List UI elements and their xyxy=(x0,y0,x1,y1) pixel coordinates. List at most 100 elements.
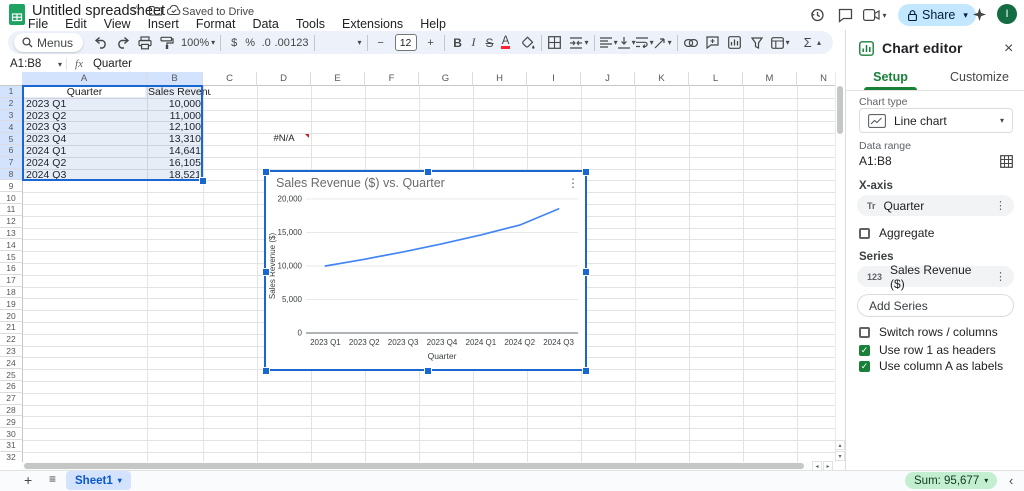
fill-handle[interactable] xyxy=(199,177,207,185)
row-header-28[interactable]: 28 xyxy=(0,405,23,417)
option-switch-rows-columns[interactable]: Switch rows / columns xyxy=(859,325,998,339)
chart-resize-handle[interactable] xyxy=(262,367,270,375)
menus-search-button[interactable]: Menus xyxy=(14,33,83,52)
sum-badge[interactable]: Sum: 95,677 ▾ xyxy=(905,472,997,489)
meet-video-icon[interactable]: ▾ xyxy=(862,6,888,24)
menu-help[interactable]: Help xyxy=(420,17,446,30)
sheets-logo-icon[interactable] xyxy=(9,4,25,25)
more-formats-button[interactable]: 123 xyxy=(290,33,308,53)
x-axis-field[interactable]: Tr Quarter ⋮ xyxy=(857,195,1014,216)
row-header-4[interactable]: 4 xyxy=(0,121,23,133)
font-select[interactable]: ▾ xyxy=(320,33,362,53)
aggregate-row[interactable]: Aggregate xyxy=(859,226,934,240)
row-header-15[interactable]: 15 xyxy=(0,251,23,263)
tab-setup[interactable]: Setup xyxy=(846,64,935,90)
row-header-3[interactable]: 3 xyxy=(0,110,23,122)
chart-resize-handle[interactable] xyxy=(262,168,270,176)
row-header-25[interactable]: 25 xyxy=(0,369,23,381)
select-range-icon[interactable] xyxy=(1000,155,1013,168)
chart-resize-handle[interactable] xyxy=(424,168,432,176)
cloud-saved-icon[interactable] xyxy=(167,5,181,16)
row-header-7[interactable]: 7 xyxy=(0,157,23,169)
row-header-14[interactable]: 14 xyxy=(0,239,23,251)
row-header-30[interactable]: 30 xyxy=(0,428,23,440)
row-header-6[interactable]: 6 xyxy=(0,145,23,157)
decrease-decimals-button[interactable]: .0 xyxy=(258,33,274,53)
strikethrough-button[interactable]: S xyxy=(482,33,498,53)
chart-resize-handle[interactable] xyxy=(582,168,590,176)
print-icon[interactable] xyxy=(137,33,153,53)
checkbox[interactable] xyxy=(859,327,870,338)
column-header-A[interactable]: A xyxy=(22,72,147,86)
row-header-20[interactable]: 20 xyxy=(0,310,23,322)
star-icon[interactable]: ☆ xyxy=(131,3,142,17)
series-menu-icon[interactable]: ⋮ xyxy=(995,270,1006,283)
row-header-1[interactable]: 1 xyxy=(0,86,23,98)
comments-icon[interactable] xyxy=(836,6,854,24)
bold-button[interactable]: B xyxy=(450,33,466,53)
menu-extensions[interactable]: Extensions xyxy=(342,17,403,30)
horizontal-align-button[interactable]: ▾ xyxy=(600,33,618,53)
menu-edit[interactable]: Edit xyxy=(65,17,87,30)
merge-cells-button[interactable]: ▾ xyxy=(569,33,589,53)
filter-icon[interactable] xyxy=(749,33,765,53)
aggregate-checkbox[interactable] xyxy=(859,228,870,239)
row-header-22[interactable]: 22 xyxy=(0,334,23,346)
menu-file[interactable]: File xyxy=(28,17,48,30)
share-caret-icon[interactable]: ▾ xyxy=(963,10,968,21)
column-header-M[interactable]: M xyxy=(743,72,797,86)
chart-resize-handle[interactable] xyxy=(582,367,590,375)
row-header-32[interactable]: 32 xyxy=(0,452,23,463)
row-header-8[interactable]: 8 xyxy=(0,169,23,181)
name-box[interactable]: A1:B8 xyxy=(0,58,56,70)
column-header-K[interactable]: K xyxy=(635,72,689,86)
column-header-J[interactable]: J xyxy=(581,72,635,86)
font-size-input[interactable]: 12 xyxy=(395,34,417,51)
row-header-24[interactable]: 24 xyxy=(0,357,23,369)
text-wrap-button[interactable]: ▾ xyxy=(636,33,654,53)
column-header-H[interactable]: H xyxy=(473,72,527,86)
option-use-row-1-as-headers[interactable]: ✓Use row 1 as headers xyxy=(859,343,996,357)
column-header-F[interactable]: F xyxy=(365,72,419,86)
row-header-27[interactable]: 27 xyxy=(0,393,23,405)
row-header-5[interactable]: 5 xyxy=(0,133,23,145)
data-range-field[interactable]: A1:B8 xyxy=(859,152,1013,170)
paint-format-icon[interactable] xyxy=(159,33,175,53)
sum-caret-icon[interactable]: ▾ xyxy=(984,476,988,485)
column-header-G[interactable]: G xyxy=(419,72,473,86)
menu-tools[interactable]: Tools xyxy=(296,17,325,30)
option-use-column-a-as-labels[interactable]: ✓Use column A as labels xyxy=(859,359,1003,373)
zoom-select[interactable]: 100% ▾ xyxy=(181,33,215,53)
row-header-12[interactable]: 12 xyxy=(0,216,23,228)
menu-format[interactable]: Format xyxy=(196,17,236,30)
borders-icon[interactable] xyxy=(547,33,563,53)
text-rotation-button[interactable]: ▾ xyxy=(654,33,672,53)
scroll-up-button[interactable]: ▴ xyxy=(835,440,845,450)
decrease-font-size-button[interactable]: − xyxy=(373,33,389,53)
move-folder-icon[interactable] xyxy=(149,5,162,16)
cell-D5-error[interactable]: #N/A xyxy=(257,133,311,145)
row-header-13[interactable]: 13 xyxy=(0,228,23,240)
namebox-caret-icon[interactable]: ▾ xyxy=(58,60,62,69)
row-header-23[interactable]: 23 xyxy=(0,346,23,358)
chart-resize-handle[interactable] xyxy=(262,268,270,276)
vertical-align-button[interactable]: ▾ xyxy=(618,33,636,53)
increase-font-size-button[interactable]: + xyxy=(423,33,439,53)
series-field[interactable]: 123 Sales Revenue ($) ⋮ xyxy=(857,266,1014,287)
add-series-field[interactable]: Add Series xyxy=(857,294,1014,317)
vertical-scrollbar-thumb[interactable] xyxy=(837,86,843,134)
checkbox[interactable]: ✓ xyxy=(859,361,870,372)
redo-button[interactable] xyxy=(115,33,131,53)
row-header-18[interactable]: 18 xyxy=(0,287,23,299)
row-header-17[interactable]: 17 xyxy=(0,275,23,287)
chart-type-select[interactable]: Line chart ▾ xyxy=(859,108,1013,133)
share-button[interactable]: Share ▾ xyxy=(898,4,976,26)
column-header-C[interactable]: C xyxy=(203,72,257,86)
menu-view[interactable]: View xyxy=(104,17,131,30)
undo-button[interactable] xyxy=(93,33,109,53)
horizontal-scrollbar-thumb[interactable] xyxy=(24,463,804,469)
row-header-31[interactable]: 31 xyxy=(0,440,23,452)
column-header-I[interactable]: I xyxy=(527,72,581,86)
row-header-19[interactable]: 19 xyxy=(0,298,23,310)
column-header-N[interactable]: N xyxy=(797,72,835,86)
